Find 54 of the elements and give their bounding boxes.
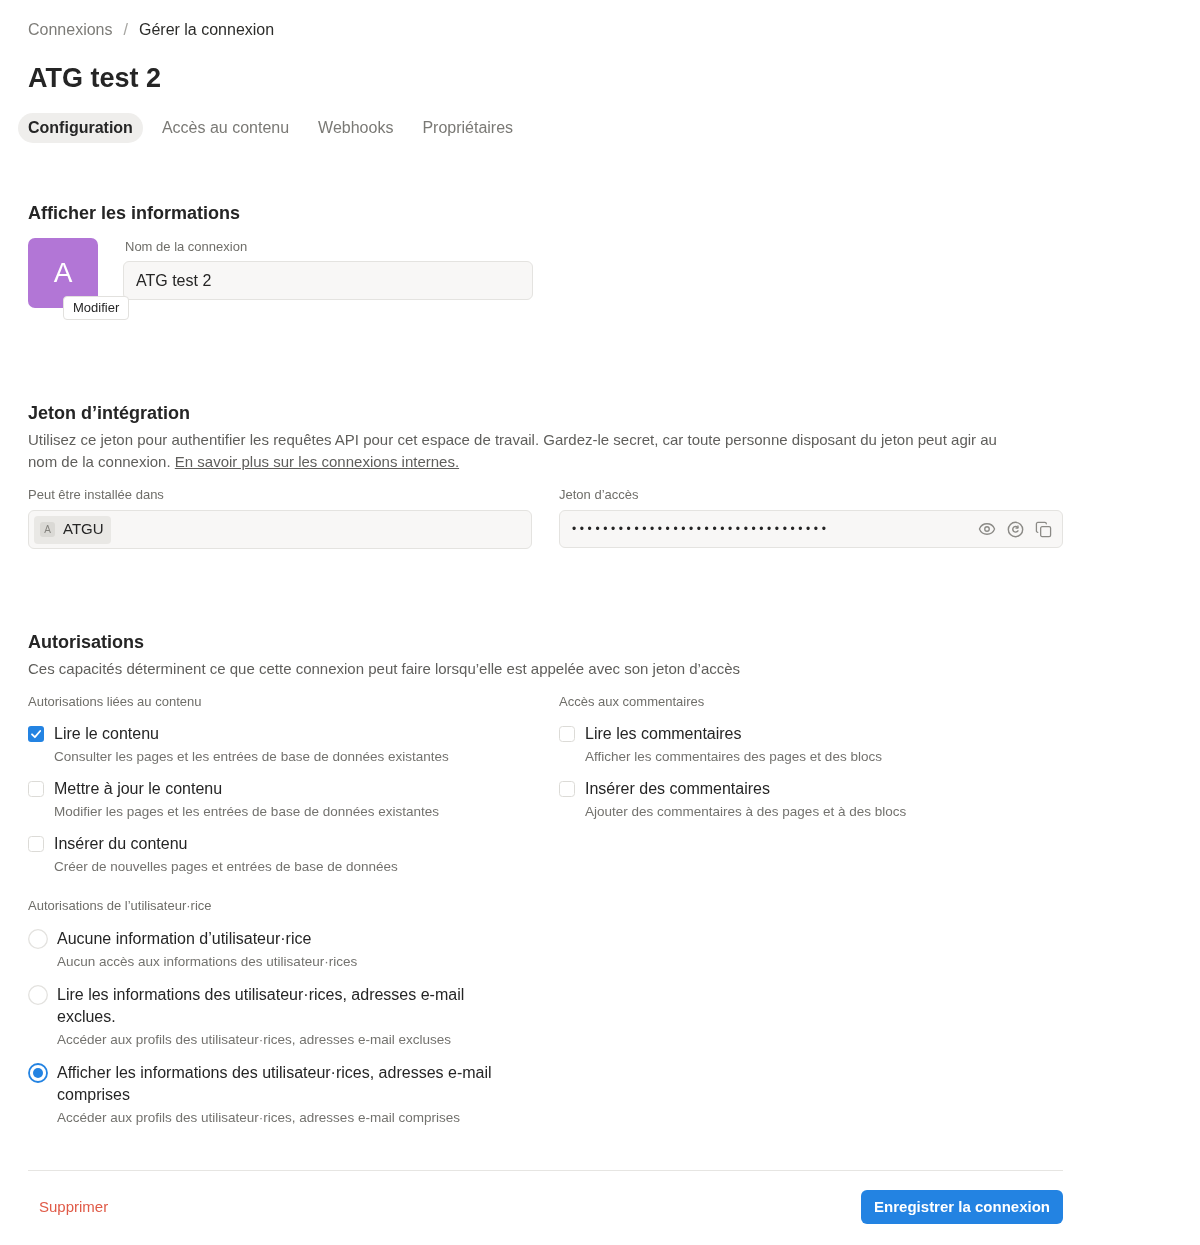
permission-title: Lire le contenu xyxy=(54,724,159,744)
breadcrumb-separator: / xyxy=(123,20,128,40)
permission-description: Consulter les pages et les entrées de base de données existantes xyxy=(54,748,449,766)
permission-description: Aucun accès aux informations des utilisateur·rices xyxy=(57,953,358,971)
permission-title: Insérer du contenu xyxy=(54,834,188,854)
workspace-field[interactable]: A ATGU xyxy=(28,510,532,549)
permission-title: Afficher les informations des utilisateur·rices, adresses e-mail comprises xyxy=(57,1063,493,1105)
permission-description: Ajouter des commentaires à des pages et à des blocs xyxy=(585,803,907,821)
radio-button[interactable] xyxy=(28,1063,48,1083)
tab[interactable]: Webhooks xyxy=(308,113,404,143)
permission-title: Lire les commentaires xyxy=(585,724,742,744)
permission-description: Accéder aux profils des utilisateur·rices, adresses e-mail comprises xyxy=(57,1109,460,1127)
checkbox[interactable] xyxy=(28,836,44,852)
permission-description: Accéder aux profils des utilisateur·rices, adresses e-mail excluses xyxy=(57,1031,451,1049)
section-heading: Autorisations xyxy=(28,631,144,654)
section-heading: Jeton d’intégration xyxy=(28,402,190,425)
learn-more-link[interactable]: En savoir plus sur les connexions internes. xyxy=(174,453,460,470)
permission-title: Mettre à jour le contenu xyxy=(54,779,223,799)
field-label: Jeton d’accès xyxy=(559,486,639,504)
masked-token: ••••••••••••••••••••••••••••••••• xyxy=(572,521,830,538)
checkbox[interactable] xyxy=(559,781,575,797)
copy-icon[interactable] xyxy=(1035,520,1052,538)
refresh-icon[interactable] xyxy=(1007,520,1024,538)
section-heading: Afficher les informations xyxy=(28,202,241,225)
group-label: Autorisations liées au contenu xyxy=(28,693,202,711)
tab[interactable]: Propriétaires xyxy=(412,113,524,143)
field-label: Peut être installée dans xyxy=(28,486,164,504)
access-token-field[interactable]: ••••••••••••••••••••••••••••••••• xyxy=(559,510,1063,548)
checkbox[interactable] xyxy=(28,781,44,797)
permission-title: Insérer des commentaires xyxy=(585,779,770,799)
token-description: Utilisez ce jeton pour authentifier les requêtes API pour cet espace de travail. Gardez-le secret, car toute personne disposant du jeton peut agir au nom de la connexion. En savoir plus sur les connexions internes. xyxy=(28,430,998,472)
breadcrumb-item[interactable]: Connexions xyxy=(28,18,113,42)
field-label: Nom de la connexion xyxy=(124,238,248,256)
workspace-name: ATGU xyxy=(63,519,104,540)
permission-description: Créer de nouvelles pages et entrées de base de données xyxy=(54,858,398,876)
permission-description: Modifier les pages et les entrées de base de données existantes xyxy=(54,803,439,821)
group-label: Accès aux commentaires xyxy=(559,693,705,711)
permission-title: Aucune information d’utilisateur·rice xyxy=(57,929,313,949)
tab[interactable]: Configuration xyxy=(18,113,143,143)
tab[interactable]: Accès au contenu xyxy=(151,113,300,143)
save-button[interactable]: Enregistrer la connexion xyxy=(861,1190,1063,1224)
workspace-initial: A xyxy=(40,522,55,537)
edit-avatar-button[interactable]: Modifier xyxy=(63,296,130,320)
delete-button[interactable]: Supprimer xyxy=(28,1190,120,1224)
connection-name-field[interactable]: ATG test 2 xyxy=(123,261,533,300)
page-title: ATG test 2 xyxy=(28,62,162,95)
permissions-description: Ces capacités déterminent ce que cette connexion peut faire lorsqu’elle est appelée avec son jeton d’accès xyxy=(28,659,742,679)
breadcrumb-item: Gérer la connexion xyxy=(138,20,275,40)
show-icon[interactable] xyxy=(978,520,996,538)
permission-title: Lire les informations des utilisateur·rices, adresses e-mail exclues. xyxy=(57,985,466,1027)
checkbox[interactable] xyxy=(559,726,575,742)
permission-description: Afficher les commentaires des pages et des blocs xyxy=(585,748,882,766)
group-label: Autorisations de l’utilisateur·rice xyxy=(28,897,212,915)
checkbox[interactable] xyxy=(28,726,44,742)
